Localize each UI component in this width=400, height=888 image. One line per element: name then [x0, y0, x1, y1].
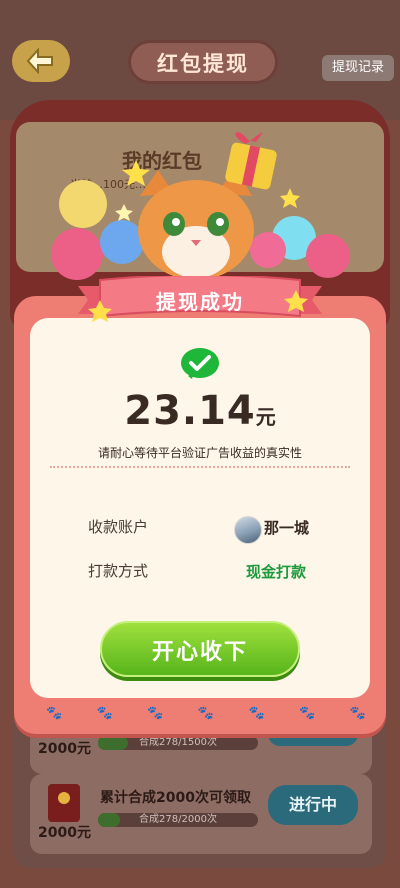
accept-button-label[interactable]: 开心收下: [100, 634, 300, 666]
red-envelope-icon: [48, 784, 80, 822]
balloon-icon: [59, 180, 107, 228]
task-progress-fill: [98, 736, 128, 750]
task-progress-text: 合成278/1500次: [139, 737, 217, 748]
star-icon: [115, 204, 133, 221]
paw-icon: 🐾: [299, 706, 316, 721]
paw-row: 🐾 🐾 🐾 🐾 🐾 🐾 🐾: [46, 706, 366, 721]
wechat-icon: [181, 348, 219, 379]
task-description: 累计合成2000次可领取: [100, 790, 251, 806]
dotted-divider: [50, 466, 350, 470]
paw-icon: 🐾: [46, 706, 63, 721]
task-progress-text: 合成278/2000次: [139, 814, 217, 825]
in-progress-button[interactable]: 进行中: [268, 785, 358, 825]
amount-unit: 元: [255, 405, 276, 429]
balloon-icon: [100, 220, 144, 264]
star-icon: [280, 188, 300, 208]
paw-icon: 🐾: [147, 706, 164, 721]
task-progress-bar: 合成278/1500次: [98, 736, 258, 750]
amount-value: 23.14: [124, 388, 256, 434]
verification-notice: 请耐心等待平台验证广告收益的真实性: [97, 446, 302, 460]
star-icon: [122, 160, 150, 186]
cat-illustration: [51, 132, 350, 280]
back-arrow-icon: [26, 48, 53, 74]
page-title: 红包提现: [157, 52, 249, 76]
balloon-icon: [51, 228, 103, 280]
paw-icon: 🐾: [197, 706, 215, 721]
task-progress-fill: [98, 813, 121, 827]
payment-method-value: 现金打款: [246, 563, 307, 581]
task-amount: 2000元: [38, 825, 91, 841]
paw-icon: 🐾: [248, 706, 265, 721]
paw-icon: 🐾: [96, 706, 113, 721]
withdraw-record-button[interactable]: 提现记录: [322, 55, 394, 81]
withdraw-amount: 23.14元: [0, 388, 400, 434]
balloon-icon: [306, 234, 350, 278]
avatar: [234, 516, 262, 544]
task-amount: 2000元: [38, 741, 91, 757]
dialog-banner-title: 提现成功: [156, 290, 244, 314]
balloon-icon: [250, 232, 286, 268]
paw-icon: 🐾: [349, 706, 366, 721]
account-label: 收款账户: [88, 518, 149, 536]
payment-method-label: 打款方式: [88, 562, 149, 580]
task-progress-bar: 合成278/2000次: [98, 813, 258, 827]
back-button[interactable]: [12, 40, 70, 82]
account-name: 那一城: [264, 519, 310, 537]
